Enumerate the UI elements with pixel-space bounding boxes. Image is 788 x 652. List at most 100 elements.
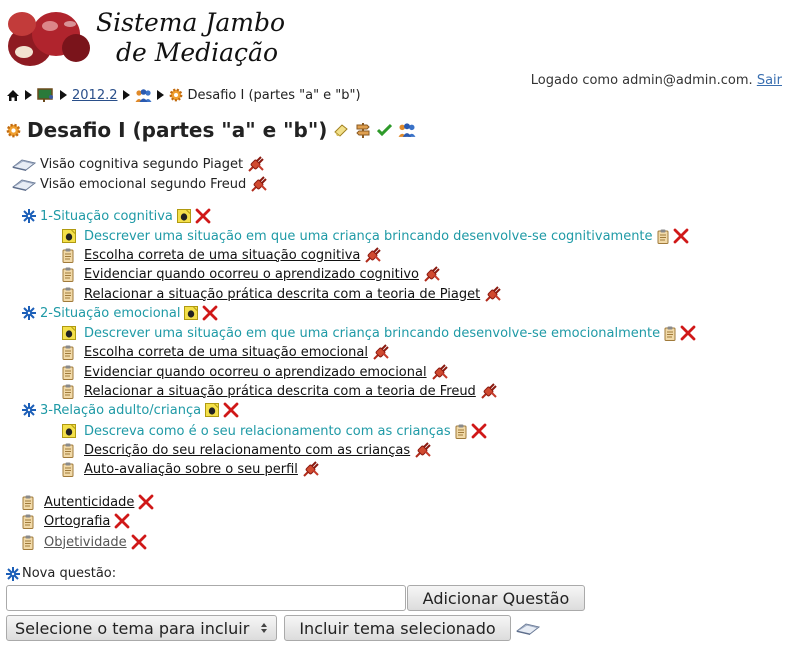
delete-icon[interactable] xyxy=(114,513,130,529)
general-criterion-label[interactable]: Autenticidade xyxy=(44,495,134,510)
general-criterion-item: Objetividade xyxy=(22,533,147,551)
plug-icon[interactable] xyxy=(250,176,268,192)
situation-label[interactable]: 1-Situação cognitiva xyxy=(40,209,173,224)
clipboard-icon xyxy=(62,248,74,263)
plug-icon[interactable] xyxy=(302,461,320,477)
criterion-item: Auto-avaliação sobre o seu perfil xyxy=(62,460,320,478)
delete-icon[interactable] xyxy=(223,402,239,418)
note-icon[interactable] xyxy=(177,209,191,223)
delete-icon[interactable] xyxy=(195,208,211,224)
criterion-label[interactable]: Descrição do seu relacionamento com as c… xyxy=(84,443,410,458)
delete-icon[interactable] xyxy=(680,325,696,341)
theme-select[interactable]: Selecione o tema para incluir xyxy=(6,615,277,641)
plug-icon[interactable] xyxy=(414,442,432,458)
chevron-right-icon xyxy=(156,90,164,100)
clipboard-icon[interactable] xyxy=(455,424,467,439)
clipboard-icon xyxy=(62,365,74,380)
signpost-icon[interactable] xyxy=(355,122,371,138)
breadcrumb: 2012.2 Desafio I (partes "a" e "b") xyxy=(6,86,361,104)
group-icon[interactable] xyxy=(135,88,152,103)
classroom-icon[interactable] xyxy=(37,87,55,103)
criterion-label[interactable]: Relacionar a situação prática descrita c… xyxy=(84,287,480,302)
new-question-input[interactable] xyxy=(6,585,406,611)
home-icon[interactable] xyxy=(6,89,20,102)
chevron-right-icon xyxy=(122,90,130,100)
situation-item: 2-Situação emocional xyxy=(22,304,218,322)
include-theme-button[interactable]: Incluir tema selecionado xyxy=(284,615,511,641)
eraser-icon[interactable] xyxy=(333,123,349,137)
question-item: Descreva como é o seu relacionamento com… xyxy=(62,422,487,440)
situation-label[interactable]: 3-Relação adulto/criança xyxy=(40,403,201,418)
general-criterion-item: Autenticidade xyxy=(22,493,154,511)
group-icon[interactable] xyxy=(398,122,416,138)
criterion-label[interactable]: Evidenciar quando ocorreu o aprendizado … xyxy=(84,365,427,380)
criterion-label[interactable]: Escolha correta de uma situação cognitiv… xyxy=(84,248,360,263)
clipboard-icon xyxy=(22,495,34,510)
criterion-label[interactable]: Escolha correta de uma situação emociona… xyxy=(84,345,368,360)
logo-image xyxy=(4,4,90,70)
breadcrumb-semester[interactable]: 2012.2 xyxy=(72,88,118,103)
question-label[interactable]: Descrever uma situação em que uma crianç… xyxy=(84,326,660,341)
question-label[interactable]: Descrever uma situação em que uma crianç… xyxy=(84,229,653,244)
clipboard-icon xyxy=(62,287,74,302)
breadcrumb-current: Desafio I (partes "a" e "b") xyxy=(187,87,361,103)
clipboard-icon xyxy=(62,443,74,458)
plug-icon[interactable] xyxy=(484,286,502,302)
general-criterion-item: Ortografia xyxy=(22,512,130,530)
delete-icon[interactable] xyxy=(131,534,147,550)
plug-icon[interactable] xyxy=(423,266,441,282)
delete-icon[interactable] xyxy=(202,305,218,321)
reference-label: Visão cognitiva segundo Piaget xyxy=(40,156,244,172)
clipboard-icon xyxy=(22,535,34,550)
general-criterion-label[interactable]: Objetividade xyxy=(44,535,127,550)
check-icon[interactable] xyxy=(377,123,393,137)
criterion-item: Evidenciar quando ocorreu o aprendizado … xyxy=(62,363,449,381)
plug-icon[interactable] xyxy=(372,344,390,360)
situation-label[interactable]: 2-Situação emocional xyxy=(40,306,180,321)
chevron-right-icon xyxy=(60,90,67,100)
criterion-label[interactable]: Relacionar a situação prática descrita c… xyxy=(84,384,476,399)
star-icon xyxy=(22,209,36,223)
book-icon xyxy=(12,157,36,171)
add-question-button[interactable]: Adicionar Questão xyxy=(407,585,585,611)
clipboard-icon xyxy=(62,345,74,360)
note-icon xyxy=(62,326,76,340)
general-criterion-label[interactable]: Ortografia xyxy=(44,514,110,529)
note-icon[interactable] xyxy=(205,403,219,417)
note-icon[interactable] xyxy=(184,306,198,320)
criterion-item: Evidenciar quando ocorreu o aprendizado … xyxy=(62,265,441,283)
app-title-line2: de Mediação xyxy=(116,38,278,67)
clipboard-icon[interactable] xyxy=(664,326,676,341)
new-question-label-row: Nova questão: xyxy=(6,566,116,581)
question-item: Descrever uma situação em que uma crianç… xyxy=(62,324,696,342)
note-icon xyxy=(62,424,76,438)
book-icon xyxy=(12,177,36,191)
star-icon xyxy=(6,567,20,581)
situation-item: 3-Relação adulto/criança xyxy=(22,401,239,419)
page-title: Desafio I (partes "a" e "b") xyxy=(27,118,328,142)
criterion-item: Escolha correta de uma situação cognitiv… xyxy=(62,246,382,264)
clipboard-icon[interactable] xyxy=(657,229,669,244)
question-label[interactable]: Descreva como é o seu relacionamento com… xyxy=(84,424,451,439)
plug-icon[interactable] xyxy=(480,383,498,399)
book-icon[interactable] xyxy=(516,621,540,635)
question-item: Descrever uma situação em que uma crianç… xyxy=(62,227,689,245)
criterion-label[interactable]: Evidenciar quando ocorreu o aprendizado … xyxy=(84,267,419,282)
clipboard-icon xyxy=(62,462,74,477)
delete-icon[interactable] xyxy=(471,423,487,439)
delete-icon[interactable] xyxy=(138,494,154,510)
gear-icon xyxy=(6,123,21,138)
plug-icon[interactable] xyxy=(247,156,265,172)
criterion-item: Descrição do seu relacionamento com as c… xyxy=(62,441,432,459)
criterion-label[interactable]: Auto-avaliação sobre o seu perfil xyxy=(84,462,298,477)
clipboard-icon xyxy=(62,384,74,399)
plug-icon[interactable] xyxy=(431,364,449,380)
clipboard-icon xyxy=(62,267,74,282)
login-text: Logado como admin@admin.com. xyxy=(530,73,753,88)
star-icon xyxy=(22,403,36,417)
delete-icon[interactable] xyxy=(673,228,689,244)
gear-icon xyxy=(169,88,183,102)
logout-link[interactable]: Sair xyxy=(757,73,782,88)
plug-icon[interactable] xyxy=(364,247,382,263)
reference-label: Visão emocional segundo Freud xyxy=(40,176,247,192)
